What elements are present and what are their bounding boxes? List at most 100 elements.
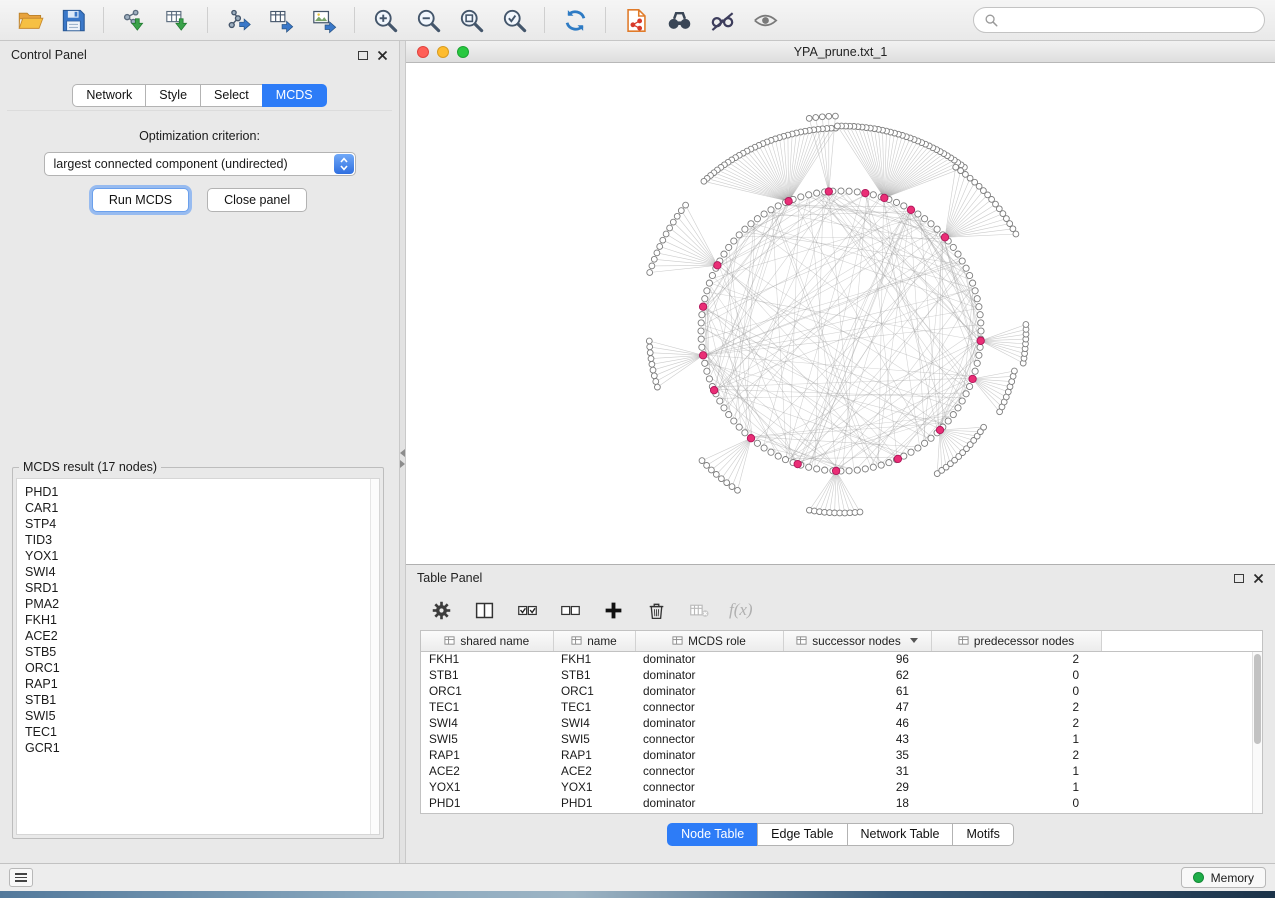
cell-successor-nodes[interactable]: 47	[783, 699, 931, 715]
cell-shared-name[interactable]: YOX1	[421, 779, 553, 795]
zoom-selected-button[interactable]	[494, 4, 534, 36]
column-header-mcds-role[interactable]: MCDS role	[635, 631, 783, 651]
result-node[interactable]: ORC1	[25, 660, 365, 676]
maximize-window-icon[interactable]	[457, 46, 469, 58]
cell-mcds-role[interactable]: dominator	[635, 747, 783, 763]
cell-successor-nodes[interactable]: 35	[783, 747, 931, 763]
network-titlebar[interactable]: YPA_prune.txt_1	[406, 41, 1275, 63]
delete-column-button[interactable]	[643, 597, 669, 623]
table-row[interactable]: PHD1PHD1dominator180	[421, 795, 1262, 811]
mcds-hub-node[interactable]	[825, 188, 832, 195]
cell-name[interactable]: YOX1	[553, 779, 635, 795]
cell-mcds-role[interactable]: dominator	[635, 667, 783, 683]
close-mcds-panel-button[interactable]: Close panel	[207, 188, 307, 212]
select-all-rows-button[interactable]	[514, 597, 540, 623]
result-node[interactable]: STB5	[25, 644, 365, 660]
mcds-hub-node[interactable]	[794, 460, 801, 467]
mcds-hub-node[interactable]	[832, 467, 839, 474]
column-header-shared-name[interactable]: shared name	[421, 631, 553, 651]
mcds-hub-node[interactable]	[969, 375, 976, 382]
close-window-icon[interactable]	[417, 46, 429, 58]
open-file-button[interactable]	[10, 4, 50, 36]
mcds-hub-node[interactable]	[894, 455, 901, 462]
tab-network-table[interactable]: Network Table	[847, 823, 953, 846]
float-table-panel-icon[interactable]	[1234, 574, 1244, 583]
cell-name[interactable]: STB1	[553, 667, 635, 683]
cell-name[interactable]: SWI4	[553, 715, 635, 731]
export-table-button[interactable]	[261, 4, 301, 36]
table-row[interactable]: ORC1ORC1dominator610	[421, 683, 1262, 699]
cell-name[interactable]: ACE2	[553, 763, 635, 779]
cell-predecessor-nodes[interactable]: 2	[931, 651, 1101, 667]
import-network-button[interactable]	[114, 4, 154, 36]
cell-successor-nodes[interactable]: 29	[783, 779, 931, 795]
tab-style[interactable]: Style	[145, 84, 200, 107]
network-snapshot-button[interactable]	[616, 4, 656, 36]
criterion-dropdown[interactable]: largest connected component (undirected)	[44, 152, 356, 176]
search-box[interactable]	[973, 7, 1265, 33]
table-row[interactable]: TEC1TEC1connector472	[421, 699, 1262, 715]
node-table[interactable]: shared namenameMCDS rolesuccessor nodesp…	[420, 630, 1263, 814]
cell-name[interactable]: ORC1	[553, 683, 635, 699]
mcds-hub-node[interactable]	[710, 387, 717, 394]
cell-shared-name[interactable]: TEC1	[421, 699, 553, 715]
mcds-hub-node[interactable]	[785, 198, 792, 205]
import-table-button[interactable]	[157, 4, 197, 36]
result-node[interactable]: STB1	[25, 692, 365, 708]
cell-mcds-role[interactable]: dominator	[635, 795, 783, 811]
scrollbar-thumb[interactable]	[1254, 654, 1261, 744]
table-row[interactable]: STB1STB1dominator620	[421, 667, 1262, 683]
zoom-fit-button[interactable]	[451, 4, 491, 36]
result-node[interactable]: GCR1	[25, 740, 365, 756]
mcds-result-list[interactable]: PHD1CAR1STP4TID3YOX1SWI4SRD1PMA2FKH1ACE2…	[16, 478, 380, 835]
float-panel-icon[interactable]	[358, 51, 368, 60]
minimize-window-icon[interactable]	[437, 46, 449, 58]
mcds-hub-node[interactable]	[941, 234, 948, 241]
mcds-hub-node[interactable]	[907, 206, 914, 213]
graphics-details-button[interactable]	[745, 4, 785, 36]
cell-successor-nodes[interactable]: 96	[783, 651, 931, 667]
close-table-panel-icon[interactable]	[1253, 573, 1264, 584]
cell-predecessor-nodes[interactable]: 1	[931, 779, 1101, 795]
cell-name[interactable]: PHD1	[553, 795, 635, 811]
column-header-predecessor-nodes[interactable]: predecessor nodes	[931, 631, 1101, 651]
cell-predecessor-nodes[interactable]: 0	[931, 683, 1101, 699]
column-header-name[interactable]: name	[553, 631, 635, 651]
cell-name[interactable]: TEC1	[553, 699, 635, 715]
result-list-scrollbar[interactable]	[370, 479, 379, 834]
cell-mcds-role[interactable]: dominator	[635, 715, 783, 731]
close-panel-icon[interactable]	[377, 50, 388, 61]
result-node[interactable]: FKH1	[25, 612, 365, 628]
table-row[interactable]: FKH1FKH1dominator962	[421, 651, 1262, 667]
cell-predecessor-nodes[interactable]: 0	[931, 667, 1101, 683]
run-mcds-button[interactable]: Run MCDS	[92, 188, 189, 212]
table-row[interactable]: YOX1YOX1connector291	[421, 779, 1262, 795]
result-node[interactable]: TID3	[25, 532, 365, 548]
table-scrollbar[interactable]	[1252, 652, 1262, 813]
cell-name[interactable]: RAP1	[553, 747, 635, 763]
save-session-button[interactable]	[53, 4, 93, 36]
task-menu-button[interactable]	[9, 868, 33, 887]
mcds-hub-node[interactable]	[881, 194, 888, 201]
tab-network[interactable]: Network	[72, 84, 145, 107]
result-node[interactable]: SWI4	[25, 564, 365, 580]
find-button[interactable]	[659, 4, 699, 36]
cell-predecessor-nodes[interactable]: 2	[931, 699, 1101, 715]
table-row[interactable]: SWI4SWI4dominator462	[421, 715, 1262, 731]
cell-mcds-role[interactable]: connector	[635, 699, 783, 715]
cell-successor-nodes[interactable]: 31	[783, 763, 931, 779]
table-row[interactable]: RAP1RAP1dominator352	[421, 747, 1262, 763]
cell-mcds-role[interactable]: connector	[635, 763, 783, 779]
cell-shared-name[interactable]: FKH1	[421, 651, 553, 667]
show-columns-button[interactable]	[471, 597, 497, 623]
export-network-button[interactable]	[218, 4, 258, 36]
cell-shared-name[interactable]: ORC1	[421, 683, 553, 699]
search-input[interactable]	[1005, 13, 1254, 27]
result-node[interactable]: PHD1	[25, 484, 365, 500]
cell-shared-name[interactable]: PHD1	[421, 795, 553, 811]
cell-successor-nodes[interactable]: 61	[783, 683, 931, 699]
cell-mcds-role[interactable]: connector	[635, 731, 783, 747]
result-node[interactable]: SWI5	[25, 708, 365, 724]
result-node[interactable]: YOX1	[25, 548, 365, 564]
result-node[interactable]: TEC1	[25, 724, 365, 740]
